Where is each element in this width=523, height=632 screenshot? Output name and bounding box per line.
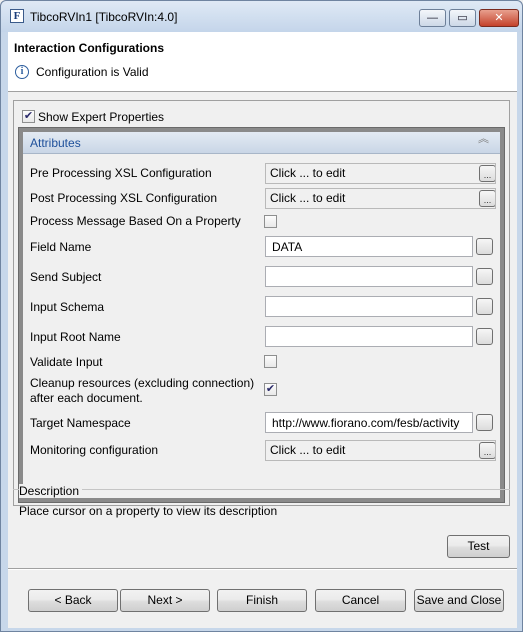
minimize-button[interactable]: — — [419, 9, 446, 27]
back-button[interactable]: < Back — [28, 589, 118, 612]
attributes-header[interactable]: Attributes ︽ — [23, 132, 500, 154]
wizard-header: Interaction Configurations i Configurati… — [8, 32, 517, 92]
editor-value: Click ... to edit — [270, 443, 346, 457]
ellipsis-button[interactable]: ... — [479, 165, 495, 182]
ellipsis-button[interactable] — [476, 298, 493, 315]
description-title: Description — [19, 484, 83, 498]
attributes-panel: Attributes ︽ Pre Processing XSL Configur… — [23, 132, 500, 498]
monitoring-config-editor[interactable]: Click ... to edit ... — [265, 440, 496, 461]
target-namespace-input[interactable]: http://www.fiorano.com/fesb/activity — [265, 412, 473, 433]
property-label: Post Processing XSL Configuration — [30, 191, 217, 205]
description-divider — [13, 489, 510, 490]
property-label: Pre Processing XSL Configuration — [30, 166, 212, 180]
input-root-name-input[interactable] — [265, 326, 473, 347]
editor-value: Click ... to edit — [270, 191, 346, 205]
send-subject-input[interactable] — [265, 266, 473, 287]
property-label: Send Subject — [30, 270, 102, 284]
dialog-window: F TibcoRVIn1 [TibcoRVIn:4.0] — ▭ ✕ Inter… — [0, 0, 523, 632]
field-name-input[interactable]: DATA — [265, 236, 473, 257]
ellipsis-button[interactable]: ... — [479, 442, 495, 459]
save-and-close-button[interactable]: Save and Close — [414, 589, 504, 612]
status-message: Configuration is Valid — [36, 65, 149, 79]
ellipsis-button[interactable] — [476, 414, 493, 431]
editor-value: Click ... to edit — [270, 166, 346, 180]
show-expert-checkbox[interactable]: ✔ — [22, 110, 35, 123]
ellipsis-button[interactable] — [476, 268, 493, 285]
cancel-button[interactable]: Cancel — [315, 589, 406, 612]
property-label: Monitoring configuration — [30, 443, 159, 457]
ellipsis-button[interactable] — [476, 238, 493, 255]
collapse-icon[interactable]: ︽ — [478, 134, 489, 145]
validate-input-checkbox[interactable] — [264, 355, 277, 368]
description-text: Place cursor on a property to view its d… — [19, 504, 278, 518]
page-title: Interaction Configurations — [14, 41, 164, 55]
window-title: TibcoRVIn1 [TibcoRVIn:4.0] — [30, 10, 178, 24]
process-message-checkbox[interactable] — [264, 215, 277, 228]
finish-button[interactable]: Finish — [217, 589, 307, 612]
property-label: Validate Input — [30, 355, 103, 369]
ellipsis-button[interactable]: ... — [479, 190, 495, 207]
button-separator — [8, 568, 517, 570]
info-icon: i — [15, 65, 29, 79]
property-label: Process Message Based On a Property — [30, 214, 241, 228]
show-expert-label: Show Expert Properties — [38, 110, 165, 124]
description-panel: Description Place cursor on a property t… — [13, 484, 510, 526]
dialog-client: Interaction Configurations i Configurati… — [8, 32, 517, 628]
attributes-frame: Attributes ︽ Pre Processing XSL Configur… — [18, 127, 505, 503]
title-bar[interactable]: F TibcoRVIn1 [TibcoRVIn:4.0] — ▭ ✕ — [1, 1, 522, 32]
test-button[interactable]: Test — [447, 535, 510, 558]
attributes-title: Attributes — [30, 136, 81, 150]
property-label-continued: after each document. — [30, 391, 143, 405]
pre-xsl-editor[interactable]: Click ... to edit ... — [265, 163, 496, 184]
cleanup-resources-checkbox[interactable]: ✔ — [264, 383, 277, 396]
property-label: Target Namespace — [30, 416, 131, 430]
maximize-button[interactable]: ▭ — [449, 9, 476, 27]
property-label: Input Root Name — [30, 330, 121, 344]
property-label: Cleanup resources (excluding connection) — [30, 376, 255, 390]
ellipsis-button[interactable] — [476, 328, 493, 345]
property-label: Input Schema — [30, 300, 105, 314]
post-xsl-editor[interactable]: Click ... to edit ... — [265, 188, 496, 209]
next-button[interactable]: Next > — [120, 589, 210, 612]
property-label: Field Name — [30, 240, 92, 254]
properties-panel: ✔ Show Expert Properties Attributes ︽ Pr… — [13, 100, 510, 506]
input-schema-input[interactable] — [265, 296, 473, 317]
app-icon: F — [10, 9, 24, 23]
close-button[interactable]: ✕ — [479, 9, 519, 27]
